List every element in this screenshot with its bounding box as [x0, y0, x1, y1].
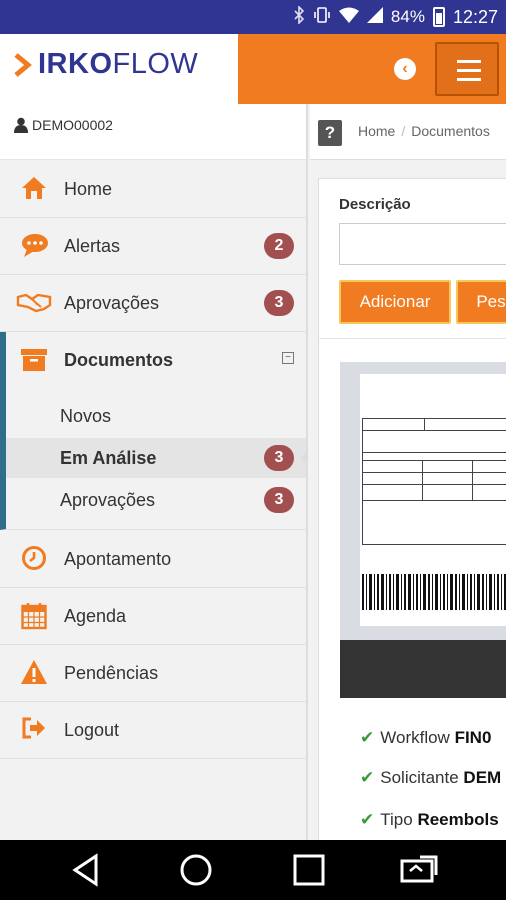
status-bar: 84% 12:27	[0, 0, 506, 34]
header-bar: ‹	[238, 34, 506, 104]
logout-icon	[20, 716, 48, 744]
sidebar: DEMO00002 Home Alertas 2 Aprovações 3 Do…	[0, 104, 308, 840]
search-button[interactable]: Pes	[456, 280, 506, 324]
sidebar-item-pendencias[interactable]: Pendências	[0, 645, 306, 702]
app-logo[interactable]: IRKO FLOW	[14, 48, 198, 81]
description-label: Descrição	[339, 196, 411, 213]
sidebar-subitem-label: Em Análise	[60, 447, 157, 468]
sidebar-item-documentos[interactable]: Documentos −	[6, 332, 306, 389]
sidebar-subitem-aprovacoes[interactable]: Aprovações 3	[6, 480, 306, 520]
recent-apps-icon[interactable]	[292, 853, 326, 887]
detail-value: Reembols	[417, 810, 499, 829]
detail-workflow: ✔ Workflow FIN0	[360, 728, 491, 748]
app-header: IRKO FLOW ‹	[0, 34, 506, 104]
main-content: ? Home / Documentos Descrição Adicionar Pe…	[310, 104, 506, 840]
sidebar-item-label: Aprovações	[64, 292, 160, 313]
logo-chevron-icon	[14, 52, 32, 77]
sidebar-item-label: Home	[64, 178, 113, 199]
rotate-screen-icon[interactable]	[400, 853, 440, 887]
sidebar-item-agenda[interactable]: Agenda	[0, 588, 306, 645]
check-icon: ✔	[360, 768, 375, 787]
breadcrumb-separator: /	[401, 123, 406, 139]
document-preview-footer	[340, 640, 506, 698]
check-icon: ✔	[360, 810, 375, 829]
active-pointer-icon	[300, 451, 308, 465]
check-icon: ✔	[360, 728, 375, 747]
clock-icon	[20, 545, 48, 573]
description-input[interactable]	[339, 223, 506, 265]
user-info: DEMO00002	[0, 104, 306, 160]
bluetooth-icon	[293, 4, 305, 29]
barcode-icon	[362, 574, 506, 610]
calendar-icon	[20, 602, 48, 630]
sidebar-item-label: Agenda	[64, 605, 127, 626]
battery-icon	[432, 7, 445, 27]
status-icons: 84% 12:27	[293, 0, 498, 34]
logo-text-regular: FLOW	[112, 48, 199, 80]
sidebar-item-logout[interactable]: Logout	[0, 702, 306, 759]
wifi-icon	[338, 7, 359, 28]
sidebar-subitem-label: Novos	[60, 405, 112, 426]
menu-button[interactable]	[435, 42, 499, 96]
breadcrumb-trail: Home / Documentos	[358, 123, 490, 139]
breadcrumb: ? Home / Documentos	[310, 104, 506, 160]
warning-icon	[20, 659, 48, 687]
sidebar-item-label: Documentos	[64, 350, 174, 370]
detail-label: Tipo	[380, 810, 413, 829]
detail-value: FIN0	[454, 728, 492, 747]
hamburger-line	[457, 69, 481, 72]
hamburger-line	[457, 78, 481, 81]
user-icon	[14, 117, 28, 133]
chevron-left-circle-icon[interactable]: ‹	[394, 58, 416, 80]
sidebar-section-documentos: Documentos − Novos Em Análise 3 Aprovaçõ…	[0, 332, 308, 530]
back-icon[interactable]	[70, 853, 102, 887]
detail-label: Workflow	[380, 728, 450, 747]
collapse-icon[interactable]: −	[282, 352, 294, 364]
sidebar-item-label: Alertas	[64, 235, 121, 256]
home-icon	[20, 175, 48, 203]
clock-time: 12:27	[452, 6, 498, 27]
breadcrumb-documentos[interactable]: Documentos	[411, 123, 490, 139]
sidebar-subitem-novos[interactable]: Novos	[6, 396, 306, 436]
vibrate-icon	[313, 6, 331, 29]
system-nav-bar	[0, 840, 506, 900]
username: DEMO00002	[32, 117, 113, 133]
sidebar-item-label: Apontamento	[64, 548, 172, 569]
panel-divider	[318, 338, 506, 339]
doc-approval-count-badge: 3	[264, 487, 294, 513]
breadcrumb-home[interactable]: Home	[358, 123, 395, 139]
sidebar-subitem-em-analise[interactable]: Em Análise 3	[6, 438, 308, 478]
detail-label: Solicitante	[380, 768, 459, 787]
sidebar-item-alertas[interactable]: Alertas 2	[0, 218, 306, 275]
handshake-icon	[16, 289, 52, 317]
approval-count-badge: 3	[264, 290, 294, 316]
add-button[interactable]: Adicionar	[339, 280, 451, 324]
detail-tipo: ✔ Tipo Reembols	[360, 810, 499, 830]
em-analise-count-badge: 3	[264, 445, 294, 471]
detail-solicitante: ✔ Solicitante DEM	[360, 768, 501, 788]
archive-icon	[20, 347, 48, 375]
logo-area: IRKO FLOW	[0, 34, 238, 104]
document-preview[interactable]	[340, 362, 506, 698]
home-circle-icon[interactable]	[178, 853, 214, 887]
help-icon[interactable]: ?	[318, 120, 342, 146]
detail-value: DEM	[463, 768, 502, 787]
alert-count-badge: 2	[264, 233, 294, 259]
sidebar-subitem-label: Aprovações	[60, 489, 156, 510]
sidebar-item-aprovacoes[interactable]: Aprovações 3	[0, 275, 306, 332]
hamburger-icon	[457, 60, 481, 63]
logo-text-bold: IRKO	[38, 48, 113, 80]
battery-percent: 84%	[390, 7, 425, 26]
signal-icon	[366, 6, 383, 28]
sidebar-item-label: Logout	[64, 719, 120, 740]
chat-icon	[20, 232, 48, 260]
sidebar-item-apontamento[interactable]: Apontamento	[0, 531, 306, 588]
sidebar-item-home[interactable]: Home	[0, 161, 306, 218]
sidebar-item-label: Pendências	[64, 662, 159, 683]
